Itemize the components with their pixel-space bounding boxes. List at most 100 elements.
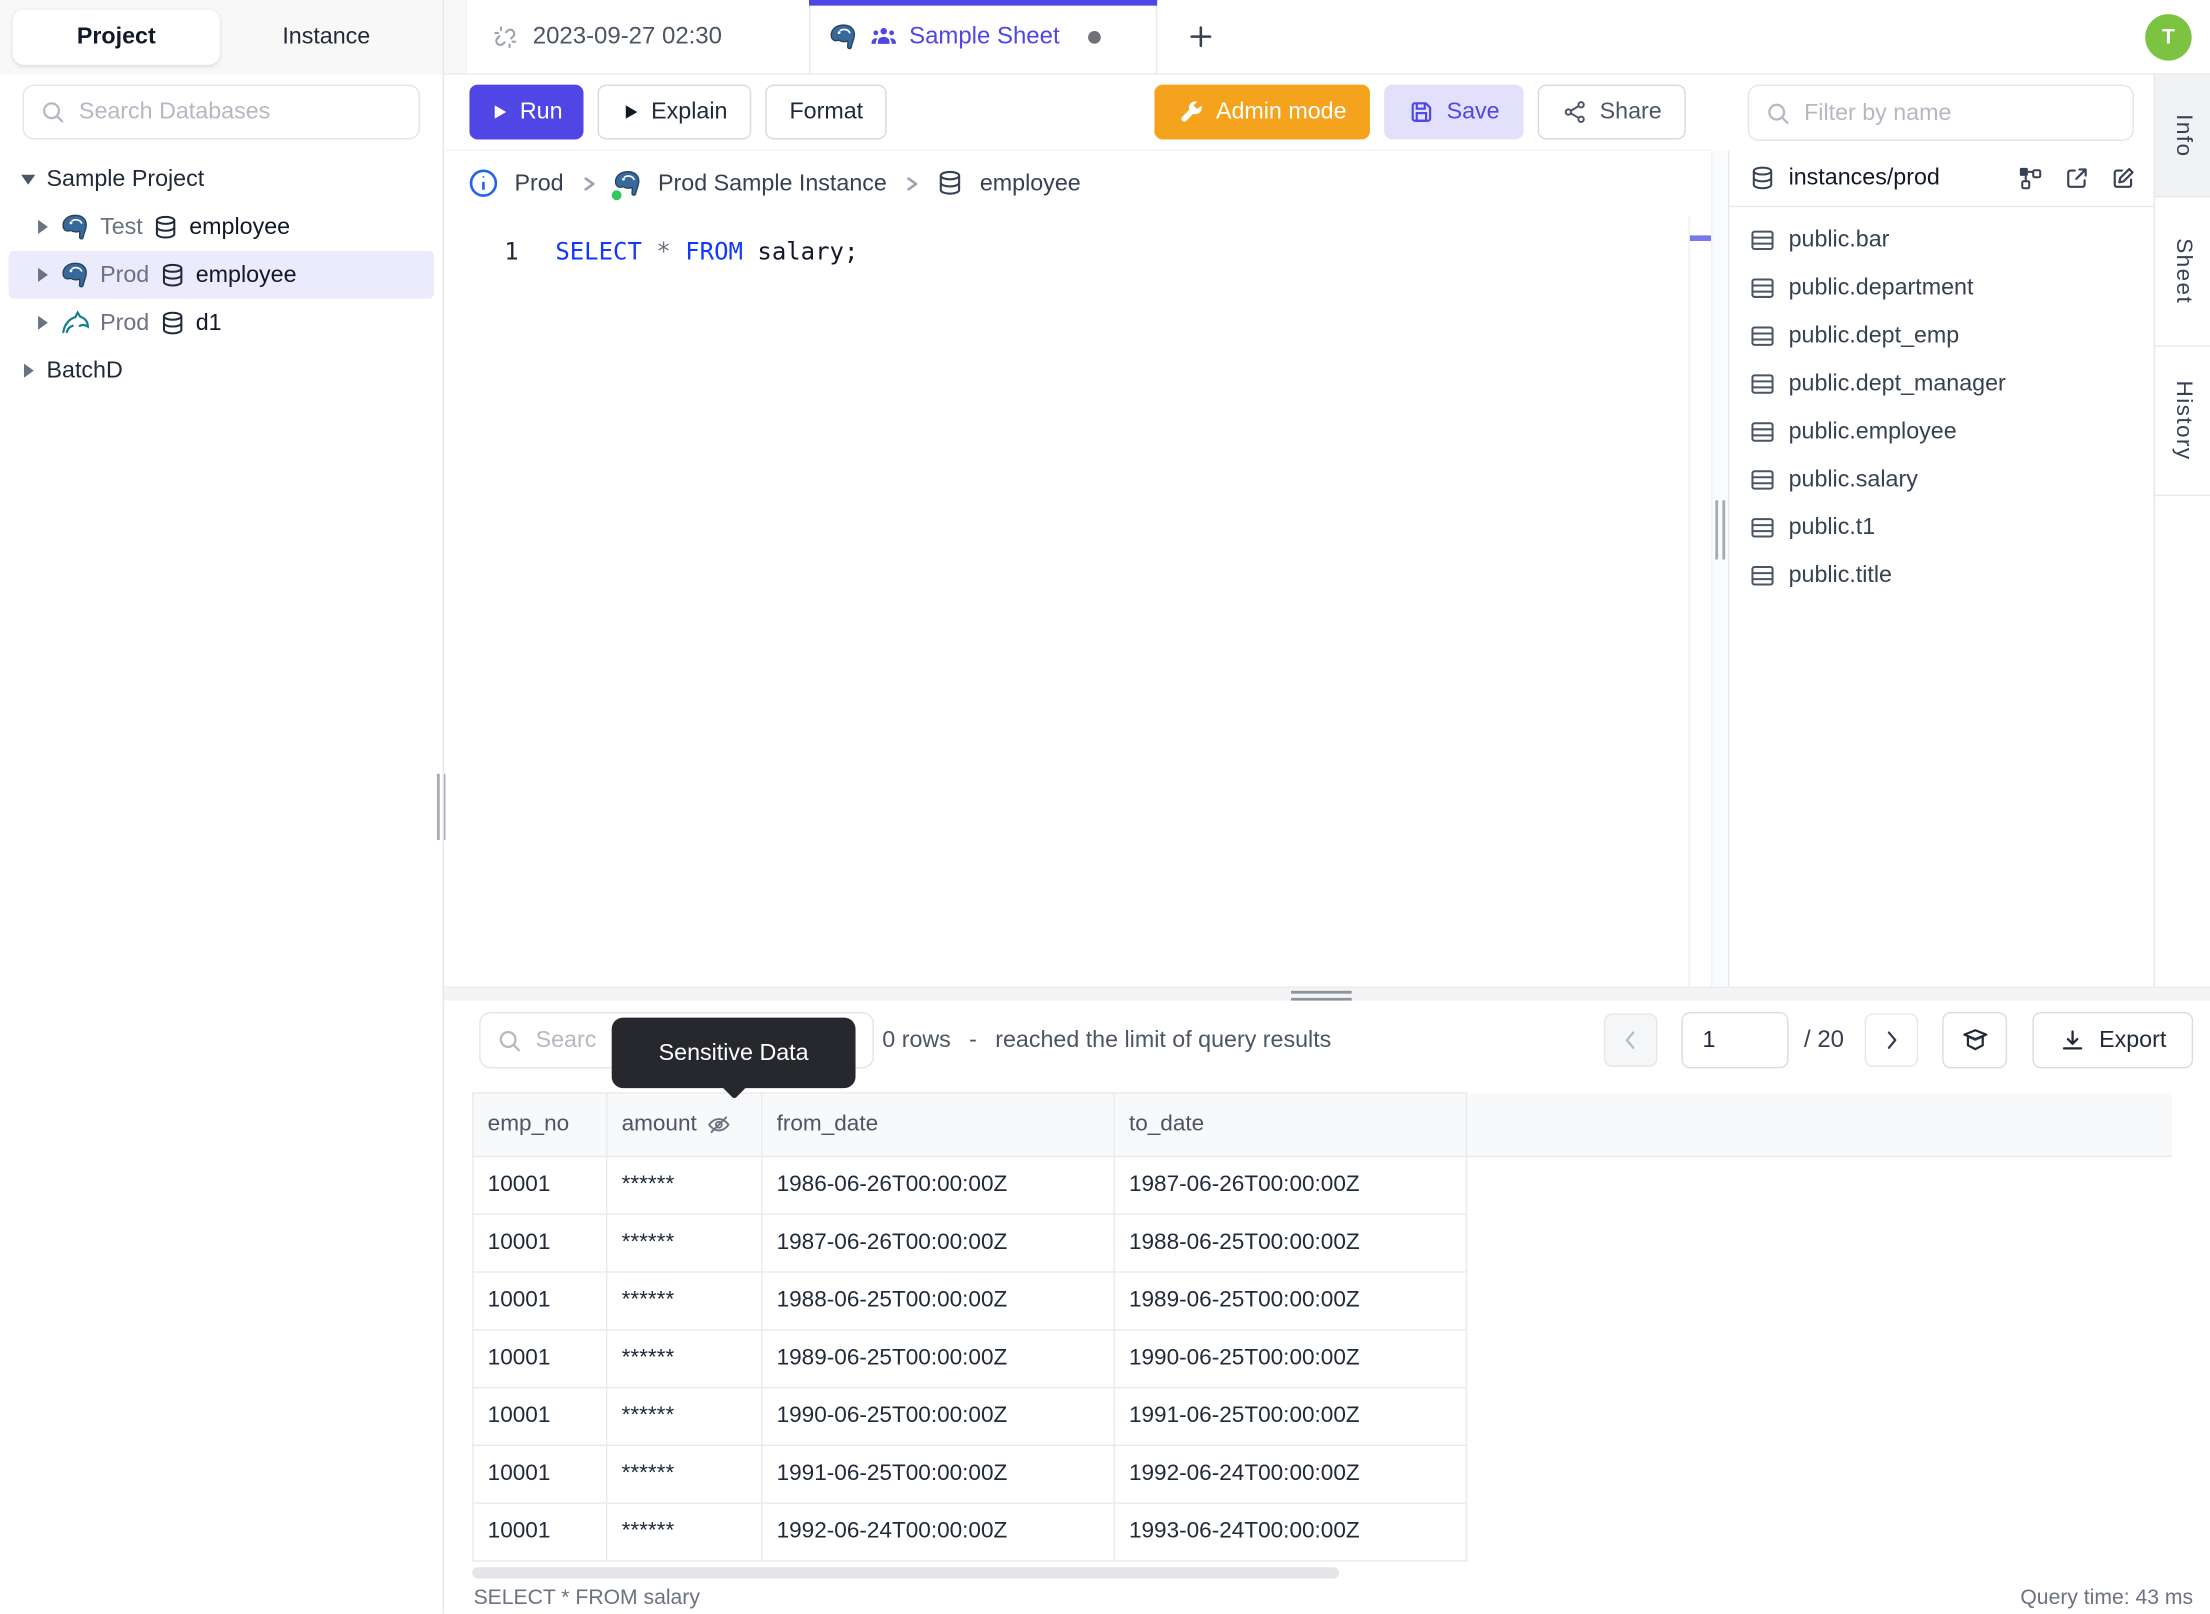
rail-tab-sheet[interactable]: Sheet — [2155, 197, 2210, 347]
page-number-input[interactable] — [1681, 1011, 1789, 1069]
schema-diagram-icon[interactable] — [2017, 165, 2044, 192]
schema-table-item[interactable]: public.t1 — [1729, 503, 2153, 551]
cell-from-date[interactable]: 1988-06-25T00:00:00Z — [761, 1271, 1115, 1331]
cell-amount-masked[interactable]: ****** — [606, 1444, 763, 1504]
schema-table-item[interactable]: public.dept_emp — [1729, 311, 2153, 359]
column-header-emp-no[interactable]: emp_no — [472, 1092, 608, 1158]
database-search[interactable] — [22, 84, 421, 140]
cell-from-date[interactable]: 1991-06-25T00:00:00Z — [761, 1444, 1115, 1504]
tree-item-prod-d1[interactable]: Prod d1 — [8, 299, 434, 347]
cell-to-date[interactable]: 1987-06-26T00:00:00Z — [1113, 1155, 1468, 1215]
prev-page-button[interactable] — [1603, 1013, 1658, 1067]
run-button[interactable]: Run — [469, 84, 584, 140]
cell-emp-no[interactable]: 10001 — [472, 1271, 608, 1331]
caret-down-icon[interactable] — [20, 174, 37, 184]
panel-divider[interactable] — [1711, 150, 1730, 996]
cell-from-date[interactable]: 1992-06-24T00:00:00Z — [761, 1502, 1115, 1562]
edit-icon[interactable] — [2110, 165, 2137, 192]
sql-code[interactable]: SELECT * FROM salary; — [555, 238, 858, 266]
panel-resize-handle[interactable] — [1715, 500, 1726, 560]
cell-to-date[interactable]: 1992-06-24T00:00:00Z — [1113, 1444, 1468, 1504]
table-row[interactable]: 10001 ****** 1992-06-24T00:00:00Z 1993-0… — [472, 1502, 2171, 1562]
new-tab-button[interactable] — [1180, 16, 1222, 58]
table-row[interactable]: 10001 ****** 1988-06-25T00:00:00Z 1989-0… — [472, 1271, 2171, 1331]
eye-off-icon[interactable] — [707, 1112, 732, 1137]
column-header-to-date[interactable]: to_date — [1113, 1092, 1468, 1158]
cell-to-date[interactable]: 1990-06-25T00:00:00Z — [1113, 1329, 1468, 1389]
schema-table-item[interactable]: public.dept_manager — [1729, 359, 2153, 407]
result-options-button[interactable] — [1942, 1011, 2008, 1069]
breadcrumb-environment[interactable]: Prod — [514, 170, 563, 197]
horizontal-scrollbar[interactable] — [472, 1567, 1339, 1579]
info-icon[interactable] — [468, 168, 499, 199]
editor-overview-ruler[interactable] — [1688, 215, 1712, 987]
caret-right-icon[interactable] — [20, 363, 37, 378]
tree-item-test-employee[interactable]: Test employee — [8, 203, 434, 251]
table-name-label: public.dept_emp — [1788, 322, 1960, 348]
schema-filter-input[interactable] — [1804, 99, 2117, 127]
table-row[interactable]: 10001 ****** 1987-06-26T00:00:00Z 1988-0… — [472, 1213, 2171, 1273]
admin-mode-button[interactable]: Admin mode — [1153, 84, 1371, 140]
cell-emp-no[interactable]: 10001 — [472, 1155, 608, 1215]
column-header-from-date[interactable]: from_date — [761, 1092, 1115, 1158]
cell-emp-no[interactable]: 10001 — [472, 1502, 608, 1562]
tree-item-prod-employee[interactable]: Prod employee — [8, 250, 435, 299]
caret-right-icon[interactable] — [34, 315, 51, 330]
cell-amount-masked[interactable]: ****** — [606, 1155, 763, 1215]
cell-from-date[interactable]: 1987-06-26T00:00:00Z — [761, 1213, 1115, 1273]
cell-emp-no[interactable]: 10001 — [472, 1329, 608, 1389]
caret-right-icon[interactable] — [34, 267, 51, 282]
search-icon — [499, 1030, 521, 1051]
external-link-icon[interactable] — [2063, 165, 2090, 192]
export-button[interactable]: Export — [2032, 1011, 2194, 1069]
cell-from-date[interactable]: 1989-06-25T00:00:00Z — [761, 1329, 1115, 1389]
code-line[interactable]: 1 SELECT * FROM salary; — [445, 238, 858, 266]
table-row[interactable]: 10001 ****** 1990-06-25T00:00:00Z 1991-0… — [472, 1386, 2171, 1447]
caret-right-icon[interactable] — [34, 219, 51, 234]
cell-emp-no[interactable]: 10001 — [472, 1386, 608, 1447]
sql-editor[interactable]: 1 SELECT * FROM salary; — [445, 215, 1689, 987]
tree-item-sample-project[interactable]: Sample Project — [8, 155, 434, 203]
tab-adhoc-query[interactable]: 2023-09-27 02:30 — [465, 0, 811, 74]
tab-project[interactable]: Project — [12, 9, 220, 65]
tab-instance[interactable]: Instance — [223, 10, 430, 65]
cell-amount-masked[interactable]: ****** — [606, 1329, 763, 1389]
avatar[interactable]: T — [2145, 14, 2192, 61]
schema-table-item[interactable]: public.salary — [1729, 455, 2153, 503]
schema-table-item[interactable]: public.department — [1729, 264, 2153, 312]
schema-panel-header: instances/prod — [1729, 151, 2154, 208]
tree-item-batchd[interactable]: BatchD — [8, 347, 434, 395]
table-row[interactable]: 10001 ****** 1986-06-26T00:00:00Z 1987-0… — [472, 1155, 2171, 1215]
explain-button[interactable]: Explain — [597, 84, 752, 140]
breadcrumb-instance[interactable]: Prod Sample Instance — [658, 170, 887, 197]
breadcrumb-database[interactable]: employee — [980, 170, 1081, 197]
schema-table-item[interactable]: public.title — [1729, 551, 2153, 599]
tab-sample-sheet[interactable]: Sample Sheet — [809, 0, 1158, 74]
table-row[interactable]: 10001 ****** 1991-06-25T00:00:00Z 1992-0… — [472, 1444, 2171, 1504]
cell-amount-masked[interactable]: ****** — [606, 1271, 763, 1331]
column-header-amount[interactable]: amount — [606, 1092, 763, 1158]
cell-emp-no[interactable]: 10001 — [472, 1444, 608, 1504]
schema-table-item[interactable]: public.bar — [1729, 216, 2153, 264]
cell-amount-masked[interactable]: ****** — [606, 1386, 763, 1447]
format-button[interactable]: Format — [765, 84, 888, 140]
cell-from-date[interactable]: 1986-06-26T00:00:00Z — [761, 1155, 1115, 1215]
rail-tab-history[interactable]: History — [2155, 347, 2210, 497]
cell-amount-masked[interactable]: ****** — [606, 1213, 763, 1273]
cell-to-date[interactable]: 1989-06-25T00:00:00Z — [1113, 1271, 1468, 1331]
cell-from-date[interactable]: 1990-06-25T00:00:00Z — [761, 1386, 1115, 1447]
results-splitter[interactable] — [443, 986, 2210, 1001]
save-button[interactable]: Save — [1384, 84, 1524, 140]
rail-tab-info[interactable]: Info — [2155, 74, 2210, 198]
cell-to-date[interactable]: 1988-06-25T00:00:00Z — [1113, 1213, 1468, 1273]
database-search-input[interactable] — [78, 98, 404, 126]
schema-table-item[interactable]: public.employee — [1729, 407, 2153, 455]
cell-to-date[interactable]: 1991-06-25T00:00:00Z — [1113, 1386, 1468, 1447]
share-button[interactable]: Share — [1537, 84, 1686, 140]
schema-filter[interactable] — [1747, 84, 2134, 141]
cell-to-date[interactable]: 1993-06-24T00:00:00Z — [1113, 1502, 1468, 1562]
cell-amount-masked[interactable]: ****** — [606, 1502, 763, 1562]
next-page-button[interactable] — [1865, 1013, 1919, 1067]
cell-emp-no[interactable]: 10001 — [472, 1213, 608, 1273]
table-row[interactable]: 10001 ****** 1989-06-25T00:00:00Z 1990-0… — [472, 1329, 2171, 1389]
